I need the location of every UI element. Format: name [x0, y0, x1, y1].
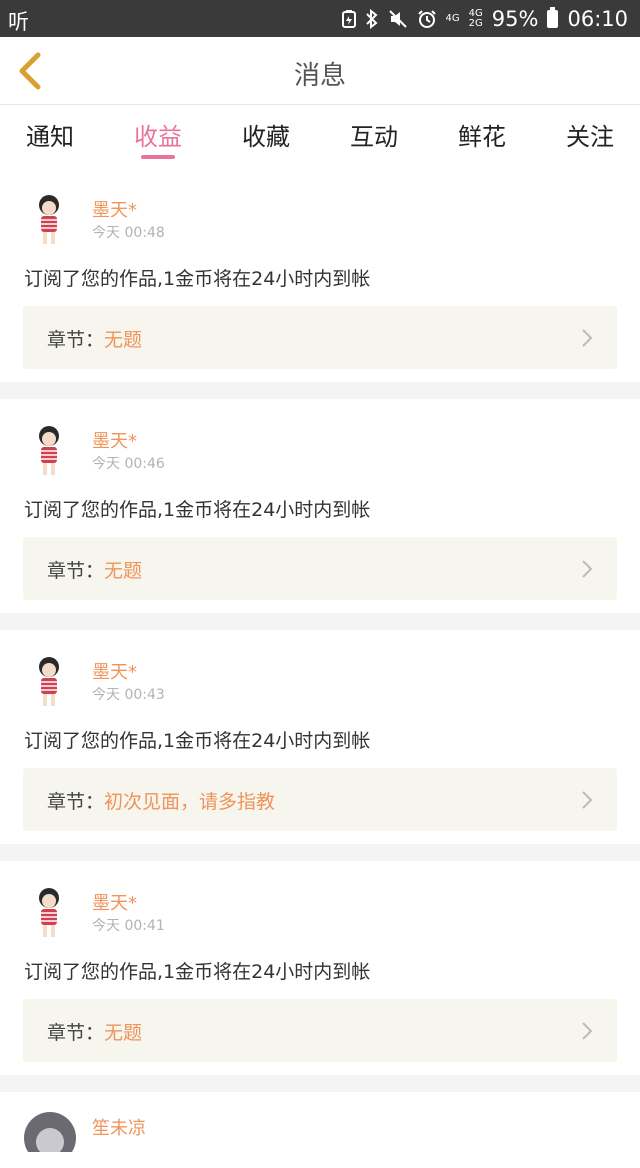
tab-flowers[interactable]: 鲜花: [442, 117, 522, 152]
separator: [0, 613, 640, 630]
username[interactable]: 墨天*: [92, 658, 137, 684]
battery-icon: [547, 6, 559, 28]
chapter-label: 章节：: [47, 329, 105, 351]
chapter-info: 章节：无题: [47, 1018, 142, 1045]
chapter-link[interactable]: 章节：初次见面，请多指教: [23, 768, 617, 831]
chapter-label: 章节：: [47, 560, 105, 582]
chapter-info: 章节：无题: [47, 325, 142, 352]
tab-interaction[interactable]: 互动: [334, 117, 414, 152]
message-card: 墨天* 今天 00:43 订阅了您的作品,1金币将在24小时内到帐 章节：初次见…: [0, 630, 640, 844]
clock: 06:10: [567, 6, 628, 31]
mute-icon: [388, 9, 408, 29]
avatar[interactable]: [24, 1112, 76, 1168]
username[interactable]: 墨天*: [92, 889, 137, 915]
battery-percent: 95%: [491, 6, 539, 31]
avatar[interactable]: [24, 653, 76, 709]
avatar[interactable]: [24, 191, 76, 247]
avatar[interactable]: [24, 422, 76, 478]
message-card: 墨天* 今天 00:48 订阅了您的作品,1金币将在24小时内到帐 章节：无题: [0, 168, 640, 382]
chapter-title: 无题: [104, 1022, 143, 1044]
timestamp: 今天 00:46: [92, 456, 165, 472]
chapter-link[interactable]: 章节：无题: [23, 306, 617, 369]
message-card-partial: 笙未凉: [0, 1092, 640, 1164]
chapter-label: 章节：: [47, 791, 105, 813]
active-tab-indicator: [141, 155, 175, 159]
message-card: 墨天* 今天 00:41 订阅了您的作品,1金币将在24小时内到帐 章节：无题: [0, 861, 640, 1075]
tab-earnings[interactable]: 收益: [118, 117, 198, 152]
chapter-label: 章节：: [47, 1022, 105, 1044]
listen-app-icon: 听: [8, 10, 29, 34]
network-4g-icon: 4G: [445, 12, 460, 24]
network-4g-2g-icon: 4G 2G: [468, 7, 483, 29]
tab-bar: 通知 收益 收藏 互动 鲜花 关注: [0, 105, 640, 167]
message-text: 订阅了您的作品,1金币将在24小时内到帐: [24, 268, 371, 290]
chapter-title: 初次见面，请多指教: [104, 791, 276, 813]
message-list: 墨天* 今天 00:48 订阅了您的作品,1金币将在24小时内到帐 章节：无题 …: [0, 168, 640, 1164]
chevron-right-icon: [582, 560, 593, 578]
app-header: 消息: [0, 37, 640, 105]
timestamp: 今天 00:48: [92, 225, 165, 241]
tab-notice[interactable]: 通知: [10, 117, 90, 152]
chapter-title: 无题: [104, 329, 143, 351]
page-title: 消息: [293, 61, 346, 91]
message-text: 订阅了您的作品,1金币将在24小时内到帐: [24, 499, 371, 521]
separator: [0, 1075, 640, 1092]
alarm-icon: [417, 9, 437, 29]
network-label: 4G: [445, 12, 460, 24]
chapter-info: 章节：初次见面，请多指教: [47, 787, 275, 814]
username[interactable]: 墨天*: [92, 427, 137, 453]
timestamp: 今天 00:41: [92, 918, 165, 934]
username[interactable]: 笙未凉: [92, 1114, 146, 1140]
chevron-right-icon: [582, 329, 593, 347]
avatar[interactable]: [24, 884, 76, 940]
bluetooth-icon: [365, 8, 379, 29]
tab-follow[interactable]: 关注: [550, 117, 630, 152]
timestamp: 今天 00:43: [92, 687, 165, 703]
battery-saver-icon: [341, 9, 356, 28]
status-bar: 听 4G 4G 2G 95% 06:10: [0, 0, 640, 37]
chapter-info: 章节：无题: [47, 556, 142, 583]
chapter-title: 无题: [104, 560, 143, 582]
username[interactable]: 墨天*: [92, 196, 137, 222]
tab-favorites[interactable]: 收藏: [226, 117, 306, 152]
network-label-top: 4G: [468, 7, 483, 19]
message-card: 墨天* 今天 00:46 订阅了您的作品,1金币将在24小时内到帐 章节：无题: [0, 399, 640, 613]
chevron-right-icon: [582, 1022, 593, 1040]
message-text: 订阅了您的作品,1金币将在24小时内到帐: [24, 730, 371, 752]
message-text: 订阅了您的作品,1金币将在24小时内到帐: [24, 961, 371, 983]
separator: [0, 844, 640, 861]
chevron-right-icon: [582, 791, 593, 809]
chapter-link[interactable]: 章节：无题: [23, 999, 617, 1062]
chapter-link[interactable]: 章节：无题: [23, 537, 617, 600]
network-label-bottom: 2G: [468, 17, 483, 29]
separator: [0, 382, 640, 399]
